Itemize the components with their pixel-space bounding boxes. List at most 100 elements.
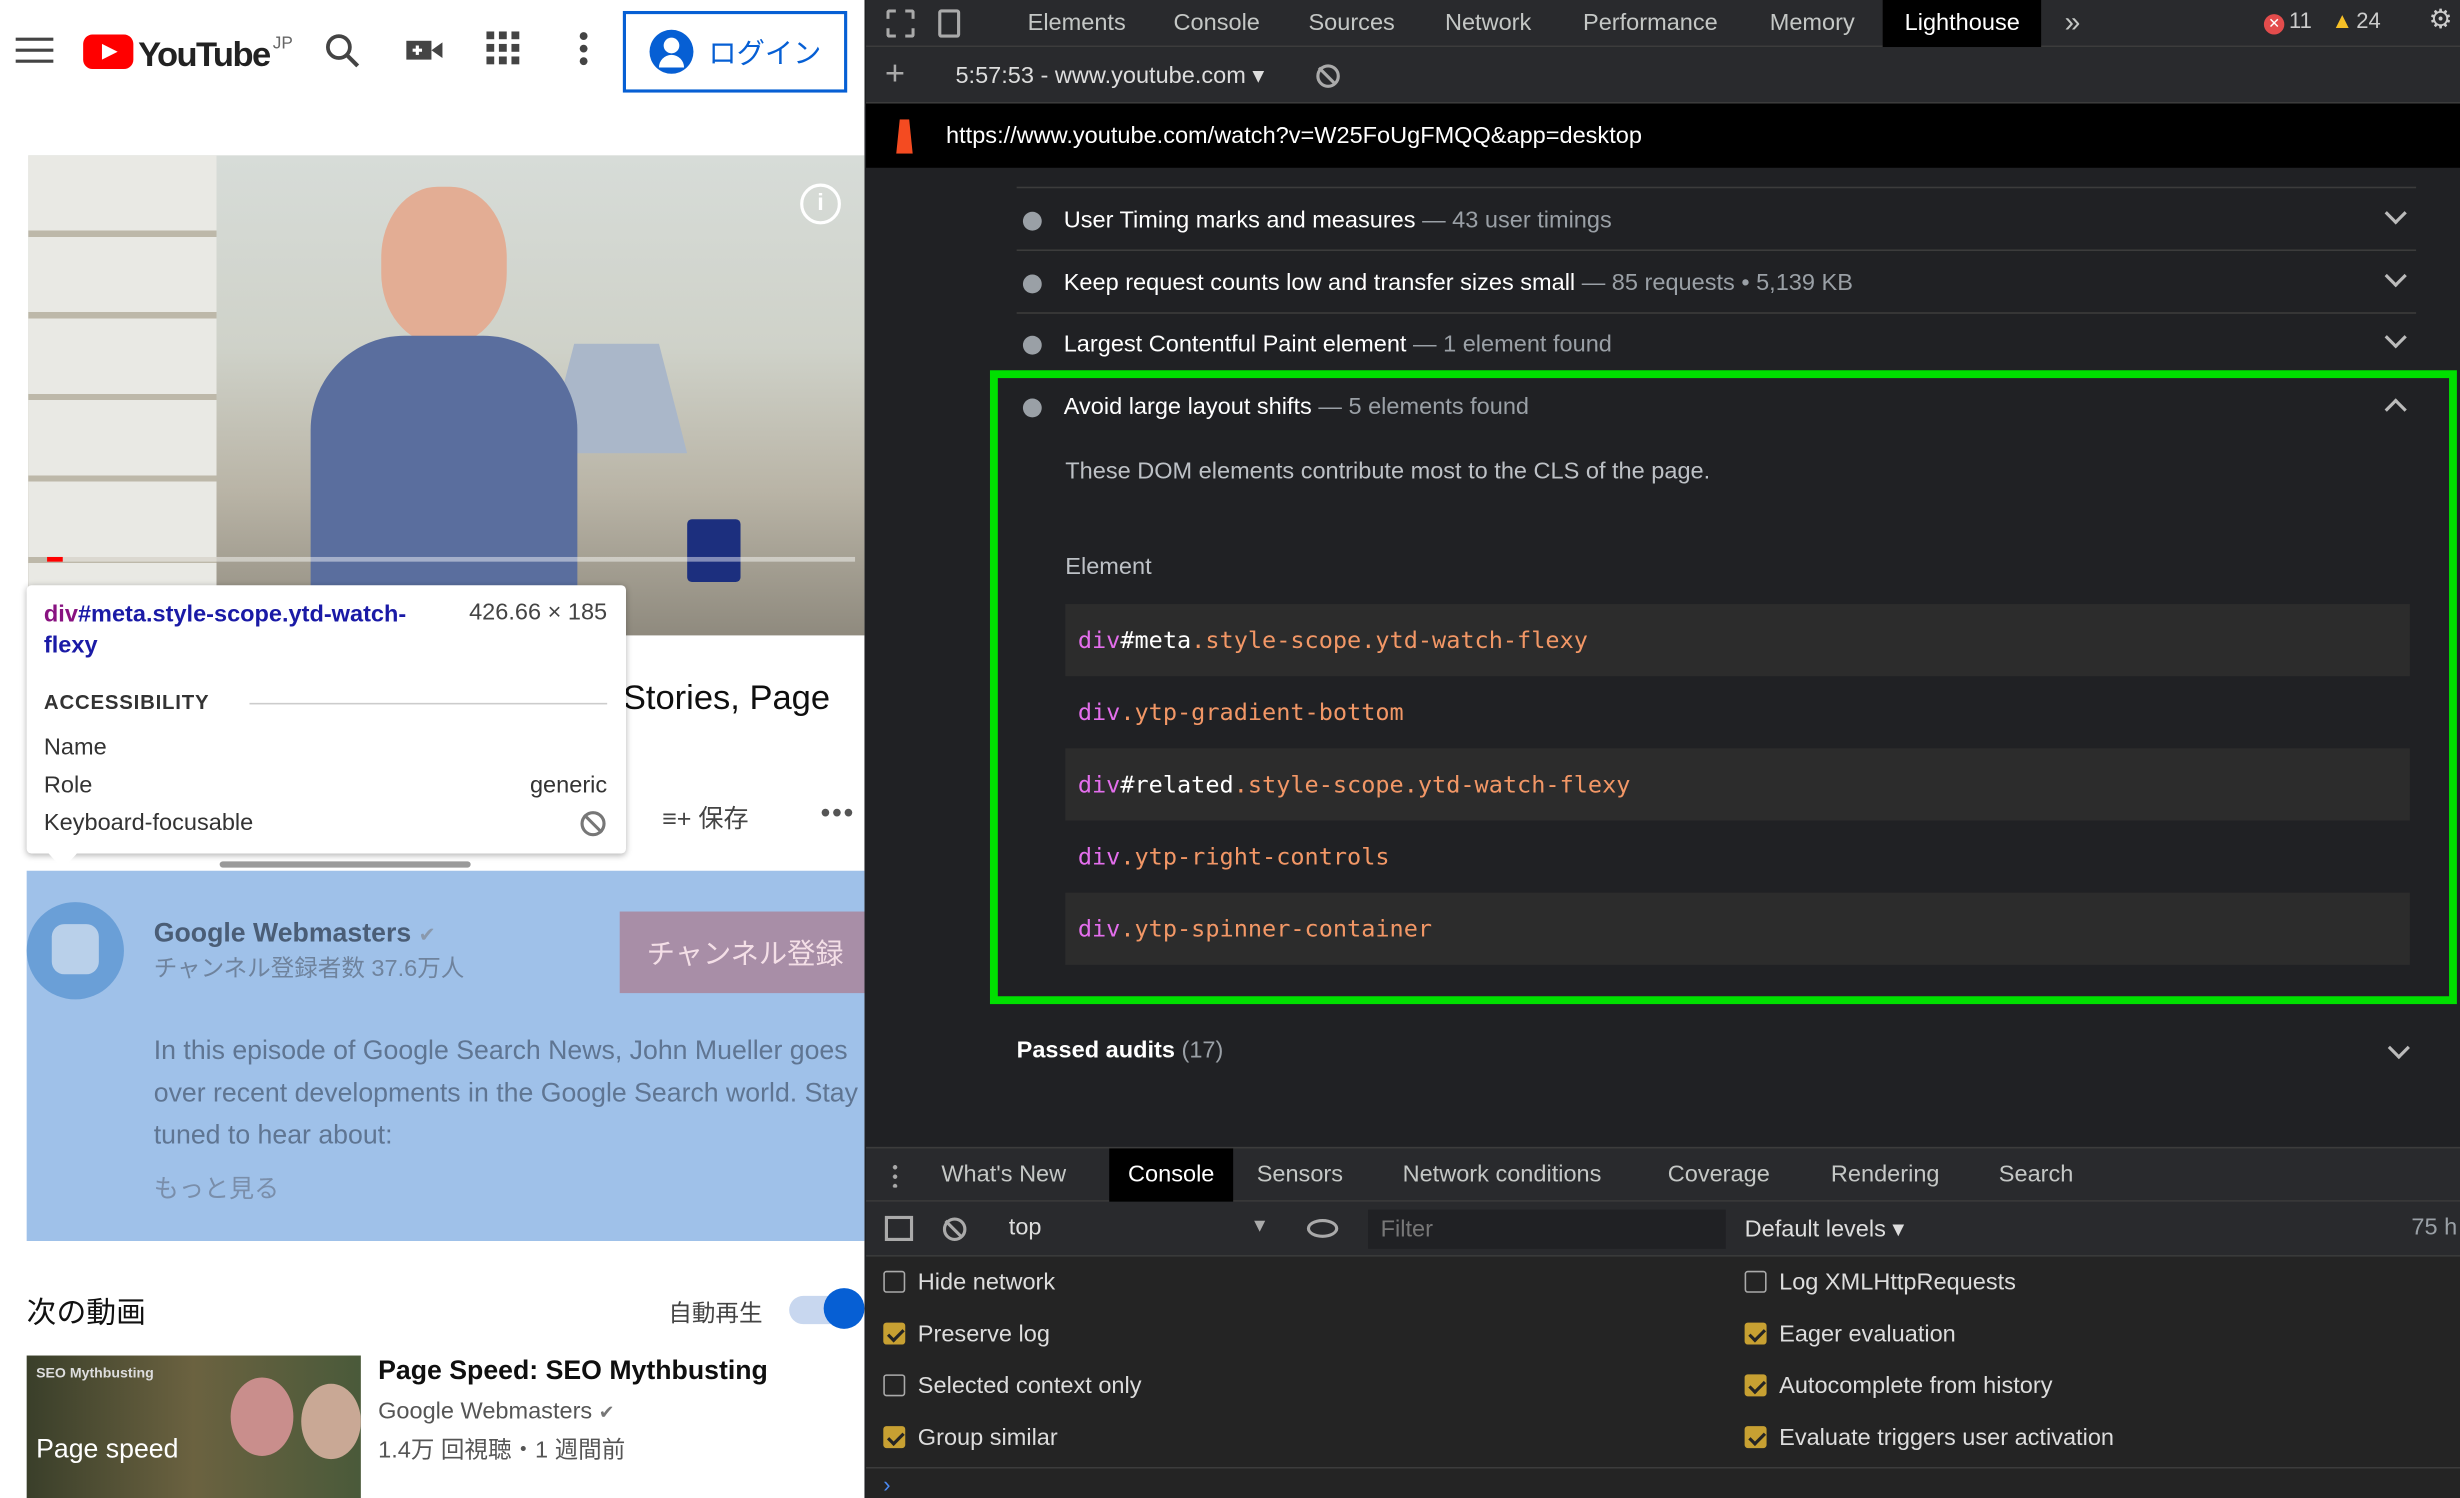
- video-frame-bookshelf: [28, 155, 217, 636]
- drawer-tab-whats-new[interactable]: What's New: [941, 1148, 1066, 1201]
- channel-avatar[interactable]: [26, 902, 124, 1000]
- subscribe-button[interactable]: チャンネル登録: [619, 911, 865, 994]
- new-report-icon[interactable]: +: [885, 53, 905, 94]
- verified-icon: ✔: [418, 922, 436, 947]
- search-icon[interactable]: [322, 31, 363, 72]
- tab-memory[interactable]: Memory: [1770, 0, 1855, 47]
- tab-performance[interactable]: Performance: [1583, 0, 1718, 47]
- chevron-down-icon[interactable]: ▼: [1250, 1214, 1269, 1236]
- warning-count-badge[interactable]: ▲ 24: [2331, 8, 2380, 33]
- prompt-chevron-icon: ›: [883, 1471, 891, 1497]
- scrollbar[interactable]: [219, 861, 471, 868]
- device-toolbar-icon[interactable]: [938, 9, 961, 38]
- checkbox-checked: [1744, 1426, 1767, 1449]
- audit-row-partial: [1016, 168, 2417, 189]
- clear-reports-icon[interactable]: [1316, 64, 1340, 88]
- devtools-panel: Elements Console Sources Network Perform…: [866, 0, 2460, 1498]
- more-actions-icon[interactable]: •••: [821, 797, 855, 830]
- console-prompt[interactable]: ›: [866, 1466, 2460, 1498]
- option-preserve-log[interactable]: Preserve log: [883, 1321, 1050, 1348]
- related-thumbnail[interactable]: SEO Mythbusting Page speed: [26, 1355, 361, 1498]
- tab-elements[interactable]: Elements: [1028, 0, 1126, 47]
- warning-icon: ▲: [2331, 7, 2354, 33]
- option-autocomplete[interactable]: Autocomplete from history: [1744, 1373, 2053, 1399]
- progress-bar[interactable]: [47, 556, 856, 562]
- apps-grid-icon[interactable]: [483, 31, 524, 72]
- autoplay-toggle[interactable]: [789, 1288, 865, 1329]
- passed-audits-header[interactable]: Passed audits (17): [1017, 1037, 1224, 1064]
- log-levels-dropdown[interactable]: Default levels ▾: [1745, 1214, 1905, 1243]
- chevron-down-icon: [2384, 265, 2407, 288]
- drawer-menu-icon[interactable]: [892, 1162, 898, 1188]
- audit-row[interactable]: Largest Contentful Paint element — 1 ele…: [1016, 312, 2417, 375]
- show-more-link[interactable]: もっと見る: [154, 1167, 280, 1205]
- lighthouse-toolbar: + 5:57:53 - www.youtube.com ▾: [866, 47, 2460, 104]
- youtube-page: YouTube JP ログイン i Stories, Page ≡+ 保存 ••…: [0, 0, 865, 1498]
- tab-lighthouse[interactable]: Lighthouse: [1882, 0, 2042, 48]
- drawer-tab-coverage[interactable]: Coverage: [1668, 1148, 1770, 1201]
- option-log-xhr[interactable]: Log XMLHttpRequests: [1744, 1269, 2016, 1296]
- youtube-header: YouTube JP ログイン: [0, 0, 865, 107]
- option-user-activation[interactable]: Evaluate triggers user activation: [1744, 1425, 2114, 1451]
- save-button[interactable]: ≡+ 保存: [662, 797, 749, 835]
- drawer-tab-sensors[interactable]: Sensors: [1257, 1148, 1343, 1201]
- chevron-down-icon[interactable]: [2387, 1036, 2410, 1060]
- audit-status-icon: [1022, 274, 1042, 294]
- up-next-heading: 次の動画: [26, 1297, 146, 1331]
- video-frame-mug: [687, 519, 741, 583]
- checkbox-checked: [1744, 1374, 1767, 1397]
- channel-name[interactable]: Google Webmasters ✔: [154, 918, 436, 949]
- account-icon: [648, 29, 693, 74]
- tab-sources[interactable]: Sources: [1308, 0, 1394, 47]
- report-url[interactable]: https://www.youtube.com/watch?v=W25FoUgF…: [946, 122, 1642, 149]
- autoplay-label: 自動再生: [668, 1300, 763, 1328]
- inspect-element-icon[interactable]: [886, 9, 915, 38]
- sidebar-toggle-icon[interactable]: [884, 1215, 914, 1241]
- option-eager-eval[interactable]: Eager evaluation: [1744, 1321, 1956, 1348]
- checkbox: [883, 1270, 906, 1293]
- tooltip-section: ACCESSIBILITY: [43, 690, 210, 714]
- tooltip-selector: div#meta.style-scope.ytd-watch-flexy: [43, 600, 407, 659]
- option-selected-context[interactable]: Selected context only: [883, 1373, 1142, 1399]
- drawer-tab-bar: What's New Console Sensors Network condi…: [866, 1146, 2460, 1202]
- info-icon[interactable]: i: [800, 183, 841, 225]
- more-tabs-icon[interactable]: »: [2065, 0, 2081, 47]
- drawer-tab-network-conditions[interactable]: Network conditions: [1403, 1148, 1602, 1201]
- related-title[interactable]: Page Speed: SEO Mythbusting: [378, 1356, 768, 1387]
- inspect-tooltip: div#meta.style-scope.ytd-watch-flexy 426…: [26, 585, 626, 870]
- context-selector[interactable]: top: [1009, 1214, 1042, 1241]
- checkbox: [883, 1374, 906, 1397]
- chevron-down-icon: [2384, 202, 2407, 225]
- lighthouse-report: User Timing marks and measures — 43 user…: [866, 167, 2460, 1147]
- create-video-icon[interactable]: [403, 31, 444, 72]
- drawer-tab-console[interactable]: Console: [1109, 1148, 1234, 1202]
- report-selector[interactable]: 5:57:53 - www.youtube.com ▾: [955, 61, 1264, 90]
- audit-row[interactable]: User Timing marks and measures — 43 user…: [1016, 188, 2417, 252]
- tab-console[interactable]: Console: [1174, 0, 1260, 47]
- console-toolbar: top ▼ Filter Default levels ▾ 75 h: [866, 1201, 2460, 1257]
- youtube-logo[interactable]: YouTube JP: [83, 34, 293, 76]
- clear-console-icon[interactable]: [942, 1217, 967, 1241]
- tooltip-focus-label: Keyboard-focusable: [43, 809, 254, 837]
- hidden-count: 75 h: [2411, 1214, 2458, 1241]
- option-group-similar[interactable]: Group similar: [883, 1425, 1058, 1451]
- verified-icon: ✔: [598, 1401, 615, 1423]
- drawer-tab-rendering[interactable]: Rendering: [1831, 1148, 1940, 1201]
- login-button[interactable]: ログイン: [622, 10, 848, 93]
- video-player[interactable]: i: [28, 155, 865, 636]
- more-vert-icon[interactable]: [563, 31, 604, 72]
- checkbox-checked: [883, 1426, 906, 1449]
- drawer-tab-search[interactable]: Search: [1999, 1148, 2074, 1201]
- menu-icon[interactable]: [15, 37, 54, 66]
- tab-network[interactable]: Network: [1445, 0, 1531, 47]
- audit-status-icon: [1022, 335, 1042, 355]
- chevron-down-icon: [2384, 326, 2407, 349]
- related-channel[interactable]: Google Webmasters ✔: [378, 1398, 614, 1425]
- settings-gear-icon[interactable]: ⚙: [2429, 5, 2453, 36]
- console-filter-input[interactable]: Filter: [1368, 1209, 1726, 1249]
- live-expression-eye-icon[interactable]: [1306, 1219, 1339, 1238]
- checkbox-checked: [883, 1322, 906, 1345]
- audit-row[interactable]: Keep request counts low and transfer siz…: [1016, 251, 2417, 314]
- option-hide-network[interactable]: Hide network: [883, 1269, 1055, 1296]
- error-count-badge[interactable]: ✕ 11: [2263, 8, 2312, 35]
